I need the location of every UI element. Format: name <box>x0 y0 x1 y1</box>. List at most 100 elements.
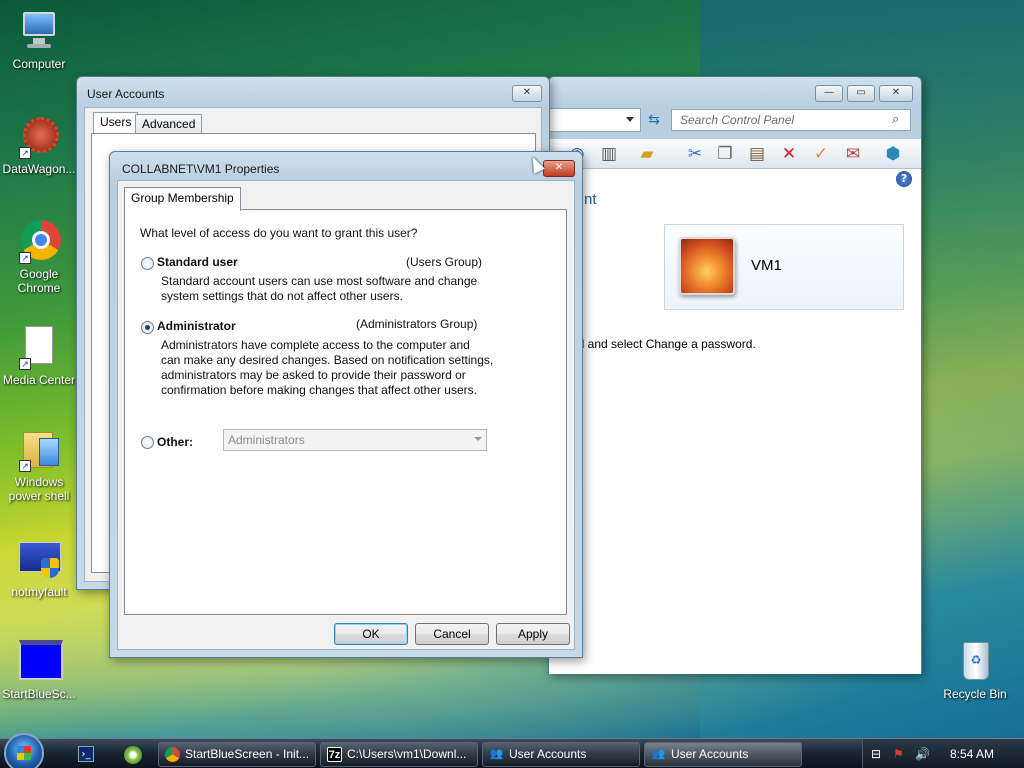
desktop-icon-startbluescreen[interactable]: StartBlueSc... <box>0 640 78 701</box>
powershell-icon[interactable]: ›_ <box>78 746 94 762</box>
address-bar[interactable] <box>549 108 641 132</box>
properties-dialog: COLLABNET\VM1 Properties ✕ Group Members… <box>109 151 583 658</box>
chevron-down-icon[interactable] <box>626 117 634 122</box>
desktop-icon-notmyfault[interactable]: notmyfault <box>0 538 78 599</box>
users-icon: 👥 <box>489 748 504 760</box>
taskbar-button-label: C:\Users\vm1\Downl... <box>347 747 467 761</box>
other-label[interactable]: Other: <box>157 435 193 450</box>
recycle-bin-icon: ♻ <box>953 640 997 684</box>
close-button[interactable]: ✕ <box>879 85 913 102</box>
control-panel-window: — ▭ ✕ ⇆ nt ? VM1 el and select Change a … <box>548 76 922 674</box>
tab-group-membership[interactable]: Group Membership <box>124 187 241 211</box>
taskbar-button-user-accounts[interactable]: 👥 User Accounts <box>482 742 640 767</box>
administrator-desc: Administrators have complete access to t… <box>161 338 470 352</box>
desktop-icon-label: DataWagon... <box>2 162 76 176</box>
chevron-down-icon <box>474 437 482 441</box>
volume-icon[interactable]: 🔊 <box>915 747 930 761</box>
desktop-icon-powershell[interactable]: ↗ Windows power shell <box>0 428 78 503</box>
desktop-icon-label: Google Chrome <box>17 267 61 295</box>
standard-user-desc: system settings that do not affect other… <box>161 289 403 303</box>
administrator-radio[interactable] <box>141 321 154 334</box>
desktop-icon-label: Windows power shell <box>8 475 70 503</box>
tab-advanced[interactable]: Advanced <box>135 114 203 135</box>
desktop-icon-recycle-bin[interactable]: ♻ Recycle Bin <box>936 640 1014 701</box>
taskbar-button-7zip[interactable]: 7z C:\Users\vm1\Downl... <box>320 742 478 767</box>
copy-icon[interactable]: ❐ <box>714 143 736 165</box>
media-center-icon[interactable] <box>124 746 142 764</box>
taskbar-button-chrome[interactable]: StartBlueScreen - Init... <box>158 742 316 767</box>
other-radio[interactable] <box>141 436 154 449</box>
standard-user-desc: Standard account users can use most soft… <box>161 274 478 288</box>
check-icon[interactable]: ✓ <box>810 143 832 165</box>
clock[interactable]: 8:54 AM <box>950 747 994 761</box>
refresh-icon[interactable]: ⇆ <box>643 109 665 131</box>
chrome-icon: ↗ <box>17 220 61 264</box>
network-icon[interactable]: ⬢ <box>882 143 904 165</box>
close-button[interactable]: ✕ <box>543 160 575 177</box>
other-group-select[interactable]: Administrators <box>223 429 487 451</box>
desktop-icon-datawagon[interactable]: ↗ DataWagon... <box>0 115 78 176</box>
blue-window-icon <box>17 640 63 684</box>
start-button[interactable] <box>4 733 44 768</box>
standard-user-radio[interactable] <box>141 257 154 270</box>
desktop-icon-label: Recycle Bin <box>943 687 1007 701</box>
desktop-icon-computer[interactable]: Computer <box>0 10 78 71</box>
users-icon: 👥 <box>651 748 666 760</box>
7zip-icon: 7z <box>327 747 342 762</box>
administrator-label[interactable]: Administrator <box>157 319 236 334</box>
computer-icon <box>17 10 61 54</box>
search-icon[interactable]: ⌕ <box>892 112 908 128</box>
paste-icon[interactable]: ▤ <box>746 143 768 165</box>
dialog-title: COLLABNET\VM1 Properties <box>122 162 280 176</box>
chrome-icon <box>165 747 180 762</box>
system-tray: ⊟ ⚑ 🔊 8:54 AM <box>862 739 1024 768</box>
instruction-text: el and select Change a password. <box>575 337 756 351</box>
user-tile[interactable]: VM1 <box>664 224 904 310</box>
administrator-desc: can make any desired changes. Based on n… <box>161 353 494 367</box>
apply-button[interactable]: Apply <box>496 623 570 645</box>
group-membership-panel: What level of access do you want to gran… <box>124 209 567 615</box>
administrator-desc: confirmation before making changes that … <box>161 383 477 397</box>
taskbar-button-label: User Accounts <box>509 747 587 761</box>
standard-user-label[interactable]: Standard user <box>157 255 238 270</box>
desktop-icon-label: notmyfault <box>11 585 67 599</box>
dialog-body: Group Membership What level of access do… <box>117 180 575 650</box>
desktop-icon-label: StartBlueSc... <box>2 687 76 701</box>
taskbar: ›_ StartBlueScreen - Init... 7z C:\Users… <box>0 733 1024 768</box>
close-button[interactable]: ✕ <box>512 85 542 102</box>
heading-fragment: nt <box>584 191 597 208</box>
minimize-button[interactable]: — <box>815 85 843 102</box>
taskbar-button-label: User Accounts <box>671 747 749 761</box>
file-icon: ↗ <box>17 326 61 370</box>
network-tray-icon[interactable]: ⊟ <box>871 747 885 761</box>
taskbar-button-user-accounts-active[interactable]: 👥 User Accounts <box>644 742 802 767</box>
datawagon-icon: ↗ <box>17 115 61 159</box>
notmyfault-icon <box>17 538 61 582</box>
other-group-value: Administrators <box>228 433 305 447</box>
panes-icon[interactable]: ▥ <box>598 143 620 165</box>
access-question: What level of access do you want to gran… <box>140 226 418 240</box>
windows-logo-icon <box>17 746 31 760</box>
ok-button[interactable]: OK <box>334 623 408 645</box>
desktop-icon-chrome[interactable]: ↗ Google Chrome <box>0 220 78 295</box>
administrator-desc: administrators may be asked to provide t… <box>161 368 466 382</box>
desktop-icon-label: Computer <box>12 57 66 71</box>
security-alert-icon[interactable]: ⚑ <box>893 747 907 761</box>
content-area: nt ? VM1 el and select Change a password… <box>549 169 921 674</box>
window-title: User Accounts <box>87 87 165 101</box>
tab-users[interactable]: Users <box>93 112 139 135</box>
desktop-icon-media-center[interactable]: ↗ Media Center <box>0 326 78 387</box>
delete-icon[interactable]: ✕ <box>778 143 800 165</box>
desktop-icon-label: Media Center <box>2 373 76 387</box>
cancel-button[interactable]: Cancel <box>415 623 489 645</box>
taskbar-button-label: StartBlueScreen - Init... <box>185 747 310 761</box>
user-name: VM1 <box>751 257 782 274</box>
mail-icon[interactable]: ✉ <box>842 143 864 165</box>
help-icon[interactable]: ? <box>896 171 912 187</box>
search-input[interactable]: Search Control Panel <box>671 109 911 131</box>
cut-icon[interactable]: ✂ <box>684 143 706 165</box>
folder-icon: ↗ <box>17 428 61 472</box>
folder-icon[interactable]: ▰ <box>636 143 658 165</box>
maximize-button[interactable]: ▭ <box>847 85 875 102</box>
standard-user-group: (Users Group) <box>406 255 483 269</box>
